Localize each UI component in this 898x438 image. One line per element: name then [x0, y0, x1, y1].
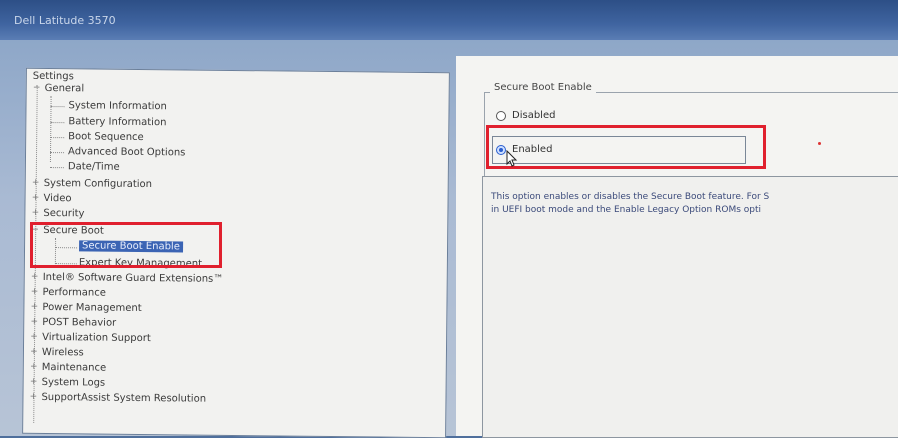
description-text: This option enables or disables the Secu… [491, 191, 769, 217]
expander-virtualization-support[interactable]: + [30, 332, 38, 342]
tree-item-date-time[interactable]: Date/Time [68, 161, 120, 173]
tree-connector [50, 122, 65, 124]
window-title: Dell Latitude 3570 [14, 14, 116, 27]
highlight-box-enabled [486, 125, 766, 169]
expander-wireless[interactable]: + [30, 347, 38, 357]
tree-item-advanced-boot-options[interactable]: Advanced Boot Options [68, 146, 185, 158]
tree-connector [49, 167, 64, 169]
tree-item-post-behavior[interactable]: POST Behavior [42, 317, 116, 329]
expander-video[interactable]: + [32, 193, 40, 203]
tree-item-boot-sequence[interactable]: Boot Sequence [68, 131, 144, 143]
option-disabled[interactable]: Disabled [496, 110, 555, 121]
tree-connector [50, 106, 65, 108]
tree-item-supportassist[interactable]: SupportAssist System Resolution [41, 392, 206, 405]
expander-performance[interactable]: + [31, 287, 39, 297]
detail-panel: Secure Boot Enable Disabled Enabled This… [456, 56, 898, 438]
tree-connector [50, 152, 65, 154]
red-mark [818, 142, 821, 145]
expander-security[interactable]: + [31, 208, 40, 218]
expander-general[interactable]: − [33, 83, 41, 93]
tree-item-power-management[interactable]: Power Management [42, 302, 141, 314]
description-box: This option enables or disables the Secu… [482, 176, 898, 438]
tree-item-system-information[interactable]: System Information [68, 100, 166, 112]
expander-sgx[interactable]: + [31, 272, 39, 282]
tree-item-virtualization-support[interactable]: Virtualization Support [42, 332, 151, 344]
group-title: Secure Boot Enable [490, 82, 596, 93]
tree-item-battery-information[interactable]: Battery Information [68, 116, 166, 128]
tree-item-system-logs[interactable]: System Logs [42, 377, 106, 389]
mouse-cursor-icon [506, 150, 518, 167]
tree-root-settings: Settings [32, 70, 74, 83]
tree-item-maintenance[interactable]: Maintenance [42, 362, 107, 374]
radio-disabled[interactable] [496, 110, 506, 121]
tree-item-security[interactable]: Security [43, 208, 84, 219]
option-disabled-label: Disabled [512, 110, 556, 121]
highlight-box-secure-boot [30, 222, 222, 268]
tree-item-intel-sgx[interactable]: Intel® Software Guard Extensions™ [43, 272, 224, 285]
tree-item-system-configuration[interactable]: System Configuration [44, 178, 152, 190]
expander-maintenance[interactable]: + [30, 362, 38, 372]
expander-system-configuration[interactable]: + [32, 178, 40, 188]
description-line-2: in UEFI boot mode and the Enable Legacy … [491, 205, 762, 215]
expander-post-behavior[interactable]: + [30, 317, 38, 327]
tree-item-general[interactable]: General [45, 83, 85, 94]
expander-supportassist[interactable]: + [29, 392, 38, 402]
tree-item-wireless[interactable]: Wireless [42, 347, 84, 358]
title-bar: Dell Latitude 3570 [0, 0, 898, 40]
expander-power-management[interactable]: + [30, 302, 39, 312]
tree-item-performance[interactable]: Performance [43, 287, 106, 299]
expander-system-logs[interactable]: + [30, 377, 38, 387]
tree-item-video[interactable]: Video [44, 193, 72, 204]
description-line-1: This option enables or disables the Secu… [491, 192, 770, 202]
tree-connector [50, 137, 65, 139]
